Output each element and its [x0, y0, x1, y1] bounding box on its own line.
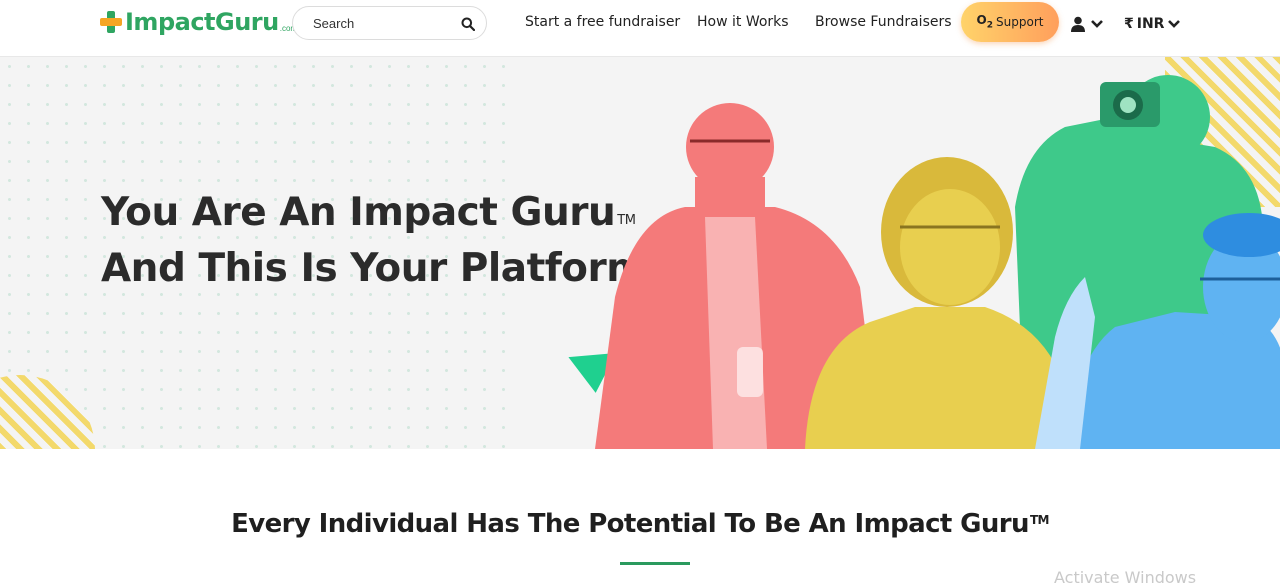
trademark-mark: TM [1029, 513, 1050, 527]
search-box[interactable] [292, 6, 487, 40]
hero-title: You Are An Impact Guru TM And This Is You… [101, 185, 647, 297]
section-underline [620, 562, 690, 565]
logo-text: ImpactGuru [125, 8, 279, 36]
hero-title-line-2: And This Is Your Platform [101, 246, 647, 291]
nav-start-fundraiser[interactable]: Start a free fundraiser [525, 14, 680, 30]
currency-code: INR [1136, 16, 1165, 32]
o2-support-button[interactable]: O2 Support [961, 2, 1059, 42]
user-menu[interactable] [1070, 14, 1106, 34]
impactguru-logo[interactable]: ImpactGuru .com [100, 6, 297, 38]
search-input[interactable] [313, 14, 453, 32]
chevron-down-icon [1091, 20, 1103, 28]
search-icon[interactable] [461, 17, 475, 31]
hero-banner: You Are An Impact Guru TM And This Is You… [0, 57, 1280, 449]
hero-title-line-1: You Are An Impact Guru [101, 190, 616, 235]
support-label: Support [996, 15, 1044, 29]
activate-windows-watermark: Activate Windows [1054, 568, 1197, 583]
currency-selector[interactable]: ₹ INR [1124, 14, 1181, 34]
site-header: ImpactGuru .com Start a free fundraiser … [0, 0, 1280, 57]
rupee-icon: ₹ [1124, 16, 1134, 32]
chevron-down-icon [1168, 20, 1181, 28]
o2-brand: O2 [976, 13, 994, 31]
nav-browse-fundraisers[interactable]: Browse Fundraisers [815, 14, 952, 30]
section-title-text: Every Individual Has The Potential To Be… [231, 509, 1029, 539]
section-title: Every Individual Has The Potential To Be… [0, 509, 1280, 539]
plus-logo-icon [100, 11, 122, 33]
hero-people-image [595, 75, 1280, 449]
user-icon [1071, 16, 1085, 32]
nav-how-it-works[interactable]: How it Works [697, 14, 789, 30]
